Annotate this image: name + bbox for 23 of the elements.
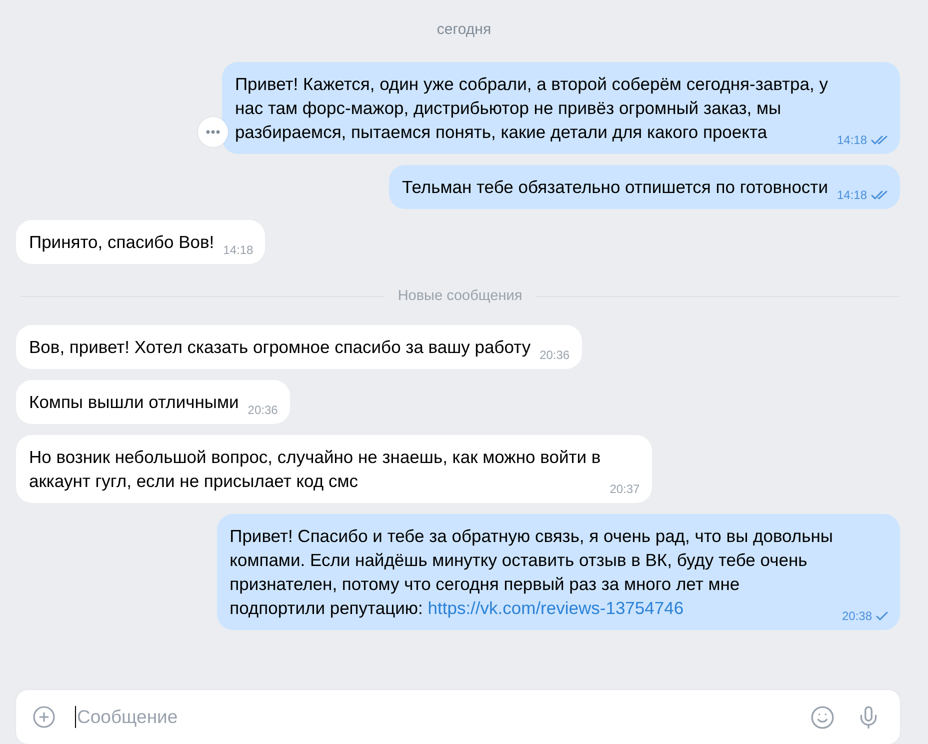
message-text: Тельман тебе обязательно отпишется по готовности	[402, 176, 828, 199]
more-button[interactable]	[198, 117, 228, 147]
message-time: 14:18	[836, 187, 867, 203]
message-time: 14:18	[836, 132, 867, 148]
message-text: Компы вышли отличными	[29, 391, 239, 414]
message-time: 20:38	[842, 608, 872, 624]
composer-bar[interactable]: Сообщение	[16, 690, 900, 744]
plus-circle-icon[interactable]	[32, 705, 56, 729]
message-time: 20:36	[540, 347, 570, 363]
date-label: сегодня	[436, 20, 492, 40]
message-text: Привет! Кажется, один уже собрали, а второй соберём сегодня-завтра, у нас там форс-мажор, дистрибьютор не привёз огромный заказ, мы разбираемся, пытаемся понять, какие детали для какого проекта	[234, 73, 828, 144]
message-text: Привет! Спасибо и тебе за обратную связь, я очень рад, что вы довольны компами. Если найдёшь минутку оставить отзыв в ВК, буду тебе очень признателен, потому что сегодня первый раз за много лет мне подпортили репутацию: https://vk.com/reviews-13754746	[230, 525, 833, 620]
smiley-icon[interactable]	[810, 704, 835, 730]
new-messages-label: Новые сообщения	[398, 287, 522, 306]
message-text: Принято, спасибо Вов!	[29, 231, 214, 254]
message-text: Но возник небольшой вопрос, случайно не знаешь, как можно войти в аккаунт гугл, если не присылает код смс	[29, 446, 601, 493]
more-icon	[206, 130, 220, 134]
message-time: 20:36	[248, 402, 278, 418]
message-text: Вов, привет! Хотел сказать огромное спасибо за вашу работу	[29, 336, 531, 359]
link[interactable]: https://vk.com/reviews-13754746	[428, 598, 684, 618]
message-time: 20:37	[610, 481, 640, 497]
message-time: 14:18	[223, 242, 254, 258]
message-input[interactable]: Сообщение	[76, 702, 810, 732]
